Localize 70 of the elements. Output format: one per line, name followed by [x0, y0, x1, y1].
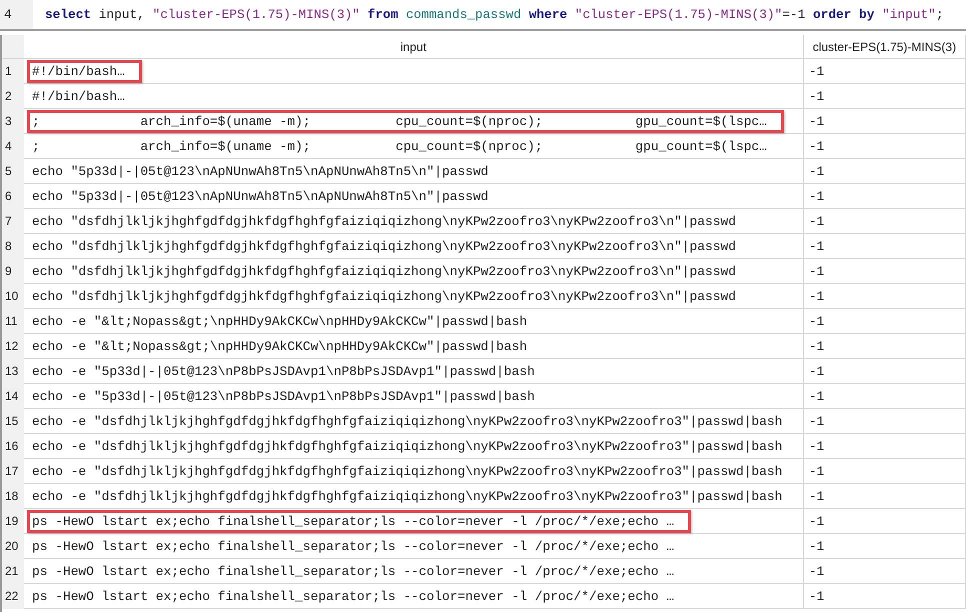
- table-cell-text: echo -e "&lt;Nopass&gt;\npHHDy9AkCKCw\npHHDy9AkCKCw"|passwd|bash: [31, 338, 528, 356]
- row-number: 1: [2, 58, 24, 84]
- table-cell-text: ; arch_info=$(uname -m); cpu_count=$(nproc); gpu_count=$(lspc…: [31, 138, 768, 156]
- line-number: 4: [4, 7, 12, 22]
- table-cell: -1: [803, 284, 966, 308]
- table-cell: -1: [803, 484, 966, 508]
- table-cell: -1: [803, 158, 966, 184]
- row-number: 18: [2, 484, 24, 508]
- row-number: 2: [2, 84, 24, 108]
- row-number: 3: [2, 108, 24, 134]
- table-cell: -1: [803, 108, 966, 134]
- table-cell: -1: [803, 84, 966, 108]
- table-cell-text: echo "5p33d|-|05t@123\nApNUnwAh8Tn5\nApNUnwAh8Tn5\n"|passwd: [31, 188, 490, 206]
- table-cell: -1: [803, 308, 966, 334]
- table-cell: -1: [803, 408, 966, 434]
- table-cell: -1: [803, 184, 966, 208]
- row-number: 11: [2, 308, 24, 334]
- table-cell-text: #!/bin/bash…: [31, 88, 126, 106]
- row-number: 14: [2, 384, 24, 408]
- table-cell: -1: [803, 208, 966, 234]
- column-header[interactable]: input: [24, 35, 804, 58]
- sql-query: select input, "cluster-EPS(1.75)-MINS(3)" from commands_passwd where "cluster-EPS(1.75)-MINS(3)"=-1 order by "input";: [44, 7, 944, 22]
- row-number: 20: [2, 534, 24, 558]
- row-number: 13: [2, 358, 24, 384]
- row-number: 15: [2, 408, 24, 434]
- table-cell: ps -HewO lstart ex;echo finalshell_separator;ls --color=never -l /proc/*/exe;echo …: [27, 510, 692, 532]
- table-cell-text: echo "dsfdhjlkljkjhghfgdfdgjhkfdgfhghfgfaiziqiqizhong\nyKPw2zoofro3\nyKPw2zoofro3\n"|passwd: [31, 238, 737, 256]
- row-number: 9: [2, 258, 24, 284]
- row-number: 16: [2, 434, 24, 458]
- table-cell-text: ps -HewO lstart ex;echo finalshell_separator;ls --color=never -l /proc/*/exe;echo …: [31, 562, 676, 580]
- table-cell-text: ps -HewO lstart ex;echo finalshell_separator;ls --color=never -l /proc/*/exe;echo …: [31, 538, 676, 556]
- table-cell-text: echo -e "dsfdhjlkljkjhghfgdfdgjhkfdgfhghfgfaiziqiqizhong\nyKPw2zoofro3\nyKPw2zoofro3"|passwd|bash: [31, 438, 784, 456]
- row-number: 21: [2, 558, 24, 584]
- table-cell-text: echo -e "dsfdhjlkljkjhghfgdfdgjhkfdgfhghfgfaiziqiqizhong\nyKPw2zoofro3\nyKPw2zoofro3"|passwd|bash: [31, 462, 784, 480]
- table-cell: -1: [803, 384, 966, 408]
- table-cell: -1: [803, 358, 966, 384]
- table-cell-text: echo "dsfdhjlkljkjhghfgdfdgjhkfdgfhghfgfaiziqiqizhong\nyKPw2zoofro3\nyKPw2zoofro3\n"|passwd: [31, 212, 737, 230]
- table-cell: -1: [803, 584, 966, 608]
- table-cell: -1: [803, 558, 966, 584]
- table-cell-text: echo "dsfdhjlkljkjhghfgdfdgjhkfdgfhghfgfaiziqiqizhong\nyKPw2zoofro3\nyKPw2zoofro3\n"|passwd: [31, 288, 737, 306]
- table-cell: #!/bin/bash…: [27, 60, 142, 82]
- table-cell: -1: [803, 434, 966, 458]
- row-number: 5: [2, 158, 24, 184]
- table-cell: -1: [803, 534, 966, 558]
- row-number: 8: [2, 234, 24, 258]
- table-cell: -1: [803, 508, 966, 534]
- column-header[interactable]: cluster-EPS(1.75)-MINS(3): [803, 35, 966, 58]
- table-cell-text: echo -e "dsfdhjlkljkjhghfgdfdgjhkfdgfhghfgfaiziqiqizhong\nyKPw2zoofro3\nyKPw2zoofro3"|passwd|bash: [31, 412, 784, 430]
- table-cell: -1: [803, 458, 966, 484]
- table-cell-text: echo -e "dsfdhjlkljkjhghfgdfdgjhkfdgfhghfgfaiziqiqizhong\nyKPw2zoofro3\nyKPw2zoofro3"|passwd|bash: [31, 488, 784, 506]
- table-cell: -1: [803, 134, 966, 158]
- row-number: 22: [2, 584, 24, 608]
- row-number: 12: [2, 334, 24, 358]
- table-cell-text: echo -e "&lt;Nopass&gt;\npHHDy9AkCKCw\npHHDy9AkCKCw"|passwd|bash: [31, 312, 528, 330]
- table-cell: -1: [803, 234, 966, 258]
- row-number: 7: [2, 208, 24, 234]
- row-number: 17: [2, 458, 24, 484]
- table-cell-text: echo -e "5p33d|-|05t@123\nP8bPsJSDAvp1\nP8bPsJSDAvp1"|passwd|bash: [31, 388, 536, 406]
- row-number: 10: [2, 284, 24, 308]
- table-cell: -1: [803, 58, 966, 84]
- table-cell-text: echo "dsfdhjlkljkjhghfgdfdgjhkfdgfhghfgfaiziqiqizhong\nyKPw2zoofro3\nyKPw2zoofro3\n"|passwd: [31, 262, 737, 280]
- row-number: 19: [2, 508, 24, 534]
- row-number: 4: [2, 134, 24, 158]
- table-cell-text: echo -e "5p33d|-|05t@123\nP8bPsJSDAvp1\nP8bPsJSDAvp1"|passwd|bash: [31, 362, 536, 380]
- table-cell: -1: [803, 258, 966, 284]
- table-cell-text: echo "5p33d|-|05t@123\nApNUnwAh8Tn5\nApNUnwAh8Tn5\n"|passwd: [31, 162, 490, 180]
- table-cell-text: ps -HewO lstart ex;echo finalshell_separator;ls --color=never -l /proc/*/exe;echo …: [31, 588, 676, 606]
- table-cell: ; arch_info=$(uname -m); cpu_count=$(nproc); gpu_count=$(lspc…: [27, 110, 784, 132]
- row-number: 6: [2, 184, 24, 208]
- table-cell: -1: [803, 334, 966, 358]
